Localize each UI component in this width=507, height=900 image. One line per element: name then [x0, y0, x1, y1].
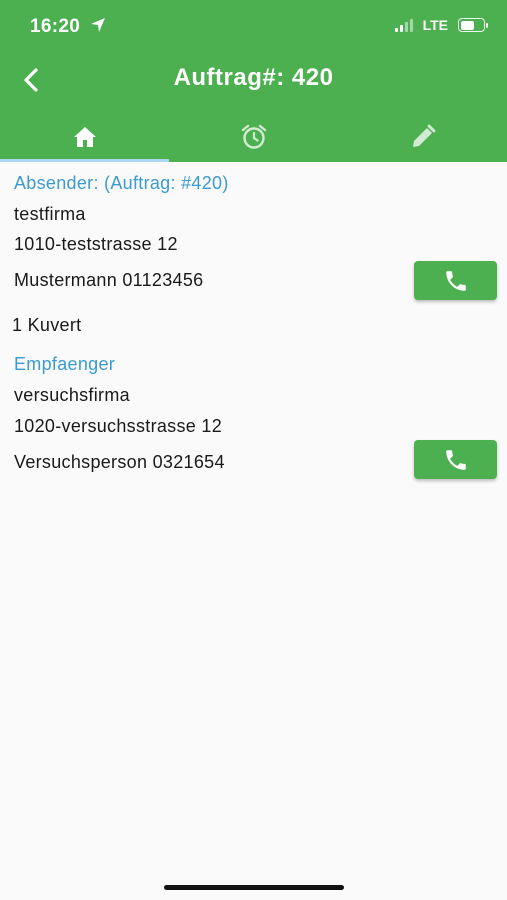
call-sender-button[interactable]: [414, 261, 497, 300]
home-indicator[interactable]: [164, 885, 344, 890]
status-indicators: LTE: [394, 17, 488, 33]
app-bar: 16:20 LTE Auftrag#: 420: [0, 0, 507, 162]
tab-bar: [0, 112, 507, 162]
status-time: 16:20: [30, 16, 81, 37]
signal-icon: [394, 18, 413, 32]
package-info: 1 Kuvert: [12, 315, 82, 335]
alarm-clock-icon: [241, 124, 266, 149]
recipient-address: 1020-versuchsstrasse 12: [14, 416, 223, 436]
call-recipient-button[interactable]: [414, 440, 497, 479]
tab-indicator: [0, 159, 169, 162]
network-type: LTE: [422, 17, 448, 33]
home-icon: [73, 127, 96, 147]
recipient-header: Empfaenger: [14, 354, 116, 374]
recipient-contact: Versuchsperson 0321654: [14, 452, 225, 472]
sender-company: testfirma: [14, 204, 86, 224]
page-title: Auftrag#: 420: [173, 64, 334, 91]
phone-icon: [445, 449, 466, 470]
pencil-icon: [412, 124, 435, 147]
sender-address: 1010-teststrasse 12: [14, 234, 178, 254]
tab-home[interactable]: [0, 112, 169, 162]
phone-icon: [445, 270, 466, 291]
tab-edit[interactable]: [338, 112, 507, 162]
sender-header: Absender: (Auftrag: #420): [14, 173, 229, 193]
battery-icon: [458, 18, 488, 32]
tab-alarm[interactable]: [169, 112, 338, 162]
location-arrow-icon: [91, 18, 105, 32]
sender-contact: Mustermann 01123456: [14, 270, 204, 290]
recipient-company: versuchsfirma: [14, 385, 130, 405]
